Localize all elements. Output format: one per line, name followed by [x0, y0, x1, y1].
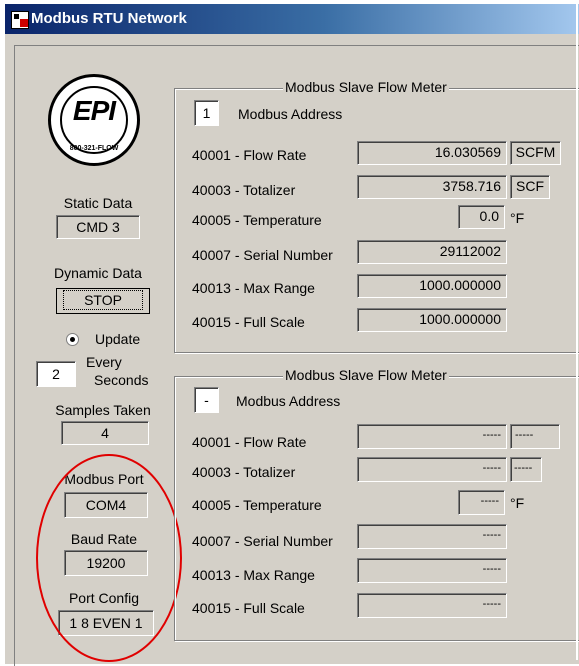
meter1-temperature-value: 0.0 — [458, 205, 505, 229]
stop-button-label: STOP — [63, 290, 143, 310]
window-right-edge — [576, 0, 578, 660]
every-label: Every — [86, 354, 122, 370]
meter2-serial-value: ----- — [357, 524, 507, 549]
baud-rate-label: Baud Rate — [70, 531, 138, 547]
meter1-address-input[interactable]: 1 — [194, 100, 219, 126]
meter1-address-label: Modbus Address — [238, 106, 343, 122]
meter2-title: Modbus Slave Flow Meter — [283, 367, 449, 383]
port-config-label: Port Config — [68, 590, 140, 606]
meter2-temperature-value: ----- — [458, 490, 505, 515]
meter1-flow-rate-value: 16.030569 — [357, 141, 507, 165]
meter2-row-label: 40001 - Flow Rate — [192, 434, 307, 450]
meter1-row-label: 40013 - Max Range — [192, 280, 315, 296]
meter1-temperature-unit: °F — [510, 210, 525, 226]
meter1-totalizer-unit: SCF — [510, 175, 550, 199]
epi-logo: EPI 800-321-FLOW — [48, 74, 140, 166]
meter1-totalizer-value: 3758.716 — [357, 175, 507, 199]
meter2-address-input[interactable]: - — [194, 387, 219, 413]
meter1-row-label: 40007 - Serial Number — [192, 247, 333, 263]
meter2-max-range-value: ----- — [357, 558, 507, 583]
meter1-max-range-value: 1000.000000 — [357, 274, 507, 298]
seconds-label: Seconds — [94, 372, 149, 388]
meter1-row-label: 40005 - Temperature — [192, 212, 322, 228]
meter2-address-label: Modbus Address — [236, 393, 341, 409]
meter2-totalizer-unit: ----- — [510, 457, 542, 482]
update-label: Update — [95, 331, 141, 347]
modbus-port-value: COM4 — [64, 492, 148, 518]
meter1-serial-value: 29112002 — [357, 240, 507, 264]
meter1-title: Modbus Slave Flow Meter — [283, 79, 449, 95]
meter2-row-label: 40013 - Max Range — [192, 567, 315, 583]
cmd-3-display: CMD 3 — [56, 215, 140, 239]
meter2-flow-rate-value: ----- — [357, 424, 507, 449]
meter1-row-label: 40001 - Flow Rate — [192, 147, 307, 163]
port-config-value: 1 8 EVEN 1 — [58, 610, 154, 636]
baud-rate-value: 19200 — [64, 550, 148, 576]
update-radio[interactable] — [66, 333, 79, 346]
logo-brand: EPI — [72, 95, 116, 126]
meter2-full-scale-value: ----- — [357, 593, 507, 618]
meter2-row-label: 40005 - Temperature — [192, 497, 322, 513]
meter1-full-scale-value: 1000.000000 — [357, 308, 507, 332]
dynamic-data-label: Dynamic Data — [54, 265, 142, 281]
meter2-temperature-unit: °F — [510, 495, 525, 511]
samples-taken-value: 4 — [61, 421, 149, 445]
samples-taken-label: Samples Taken — [55, 402, 151, 418]
meter1-flow-rate-unit: SCFM — [510, 141, 561, 165]
app-icon — [11, 11, 29, 29]
meter2-row-label: 40003 - Totalizer — [192, 464, 296, 480]
meter2-row-label: 40007 - Serial Number — [192, 533, 333, 549]
meter2-row-label: 40015 - Full Scale — [192, 600, 305, 616]
modbus-port-label: Modbus Port — [64, 471, 144, 487]
static-data-label: Static Data — [63, 195, 133, 211]
meter1-row-label: 40003 - Totalizer — [192, 182, 296, 198]
update-interval-input[interactable]: 2 — [36, 361, 76, 387]
logo-phone: 800-321-FLOW — [69, 145, 119, 152]
meter2-totalizer-value: ----- — [357, 457, 507, 482]
title-bar: Modbus RTU Network — [5, 4, 579, 34]
meter2-flow-rate-unit: ----- — [510, 424, 560, 449]
stop-button[interactable]: STOP — [56, 288, 150, 314]
window-title: Modbus RTU Network — [31, 10, 187, 27]
meter1-row-label: 40015 - Full Scale — [192, 314, 305, 330]
